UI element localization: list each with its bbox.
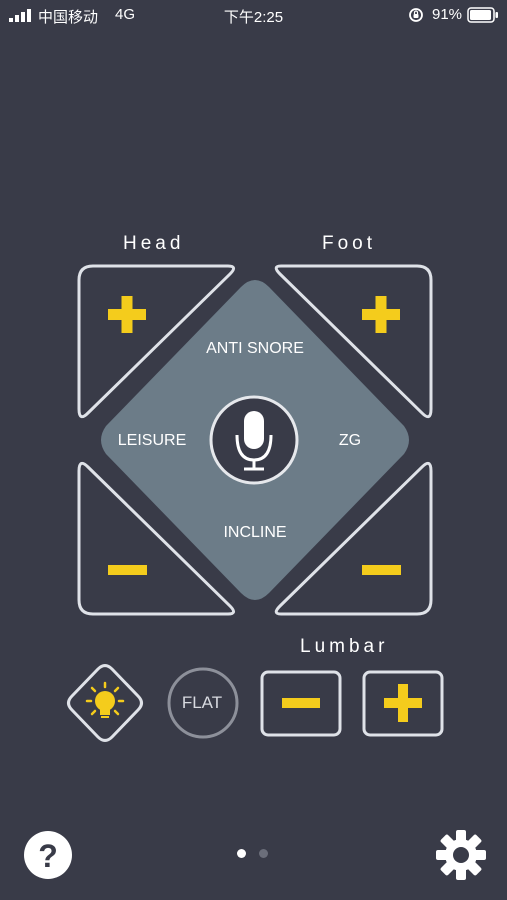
minus-icon — [282, 698, 320, 708]
lumbar-down-button[interactable] — [260, 670, 342, 737]
svg-text:?: ? — [38, 838, 58, 874]
light-button[interactable] — [67, 664, 143, 742]
page-dot[interactable] — [259, 849, 268, 858]
lumbar-up-button[interactable] — [362, 670, 444, 737]
lumbar-label: Lumbar — [300, 636, 389, 657]
minus-icon — [108, 565, 147, 575]
preset-incline[interactable]: INCLINE — [190, 524, 320, 542]
gear-icon — [436, 830, 486, 880]
plus-icon — [362, 296, 400, 333]
page-dot[interactable] — [237, 849, 246, 858]
light-bulb-icon — [85, 681, 125, 718]
plus-icon — [108, 296, 146, 333]
minus-icon — [362, 565, 401, 575]
plus-icon — [384, 684, 422, 722]
preset-zg[interactable]: ZG — [320, 432, 380, 450]
flat-label: FLAT — [181, 693, 223, 712]
control-pad: ? — [24, 264, 486, 880]
settings-button[interactable] — [436, 830, 486, 880]
voice-button[interactable] — [209, 395, 299, 485]
preset-leisure[interactable]: LEISURE — [102, 432, 202, 450]
preset-anti-snore[interactable]: ANTI SNORE — [180, 340, 330, 358]
help-button[interactable]: ? — [24, 831, 72, 879]
